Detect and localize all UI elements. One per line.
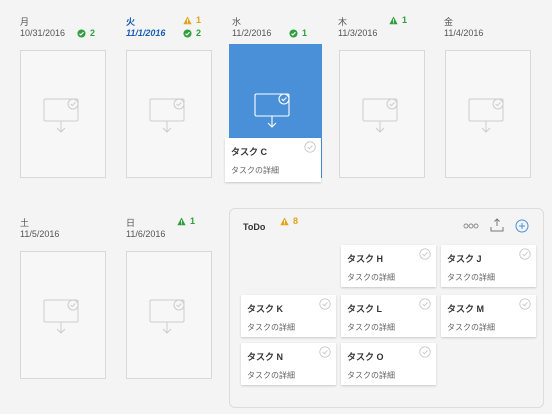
todo-panel: ToDo 8 タスク H タスクの詳細 タスク J タスクの詳細 タスク K タ…	[229, 208, 544, 408]
task-detail: タスクの詳細	[247, 371, 295, 380]
export-icon[interactable]	[490, 218, 504, 232]
day-header: 土 11/5/2016	[20, 216, 108, 250]
day-column-sat: 土 11/5/2016	[20, 216, 108, 250]
day-drop-zone-fri[interactable]	[445, 50, 531, 178]
task-card[interactable]: タスク H タスクの詳細	[341, 245, 436, 287]
complete-check-icon[interactable]	[304, 141, 316, 153]
task-title: タスク H	[347, 254, 384, 264]
alert-count: 1	[402, 15, 408, 25]
drop-target-icon	[149, 98, 193, 134]
task-card[interactable]: タスク K タスクの詳細	[241, 295, 336, 337]
alert-icon	[389, 16, 398, 25]
alert-count: 1	[190, 216, 196, 226]
day-date: 11/6/2016	[126, 229, 166, 239]
complete-check-icon[interactable]	[519, 248, 531, 260]
task-card[interactable]: タスク L タスクの詳細	[341, 295, 436, 337]
done-badge: 2	[77, 28, 95, 38]
day-name: 木	[338, 17, 348, 27]
day-drop-zone-sat[interactable]	[20, 251, 106, 379]
done-badge: 2	[183, 28, 201, 38]
todo-warning-badge: 8	[280, 216, 298, 226]
task-card[interactable]: タスク N タスクの詳細	[241, 343, 336, 385]
day-name: 日	[126, 218, 136, 228]
day-drop-zone-mon[interactable]	[20, 50, 106, 178]
task-title: タスク K	[247, 304, 284, 314]
complete-check-icon[interactable]	[419, 248, 431, 260]
task-title: タスク L	[347, 304, 382, 314]
more-icon[interactable]	[463, 222, 479, 230]
day-header: 月 10/31/2016 2	[20, 15, 108, 49]
day-date: 11/2/2016	[232, 28, 272, 38]
done-count: 2	[90, 28, 96, 38]
day-date: 11/1/2016	[126, 28, 166, 38]
add-icon[interactable]	[515, 219, 529, 233]
task-detail: タスクの詳細	[347, 323, 395, 332]
day-header: 金 11/4/2016	[444, 15, 532, 49]
warning-badge: 1	[183, 15, 201, 25]
task-detail: タスクの詳細	[347, 273, 395, 282]
drop-target-icon	[362, 98, 406, 134]
task-detail: タスクの詳細	[347, 371, 395, 380]
day-name: 水	[232, 17, 242, 27]
task-title: タスク J	[447, 254, 482, 264]
check-circle-icon	[289, 29, 298, 38]
day-name: 火	[126, 17, 136, 27]
drop-target-icon	[43, 299, 87, 335]
done-count: 1	[302, 28, 308, 38]
day-column-mon: 月 10/31/2016 2	[20, 15, 108, 49]
warning-icon	[183, 16, 192, 25]
day-date: 11/5/2016	[20, 229, 60, 239]
complete-check-icon[interactable]	[319, 346, 331, 358]
day-drop-zone-sun[interactable]	[126, 251, 212, 379]
task-title: タスク M	[447, 304, 484, 314]
day-name: 月	[20, 17, 30, 27]
dragged-task-card[interactable]: タスク C タスクの詳細	[225, 138, 321, 182]
task-detail: タスクの詳細	[231, 166, 279, 175]
task-card[interactable]: タスク O タスクの詳細	[341, 343, 436, 385]
complete-check-icon[interactable]	[419, 298, 431, 310]
task-detail: タスクの詳細	[247, 323, 295, 332]
task-title: タスク O	[347, 352, 384, 362]
day-drop-zone-thu[interactable]	[339, 50, 425, 178]
task-card[interactable]: タスク J タスクの詳細	[441, 245, 536, 287]
check-circle-icon	[183, 29, 192, 38]
drop-target-icon	[149, 299, 193, 335]
warning-count: 8	[293, 216, 299, 226]
day-drop-zone-tue[interactable]	[126, 50, 212, 178]
day-column-sun: 日 11/6/2016 1	[126, 216, 214, 250]
day-date: 11/4/2016	[444, 28, 484, 38]
alert-badge: 1	[177, 216, 195, 226]
done-badge: 1	[289, 28, 307, 38]
done-count: 2	[196, 28, 202, 38]
day-name: 金	[444, 17, 454, 27]
task-card[interactable]: タスク M タスクの詳細	[441, 295, 536, 337]
check-circle-icon	[77, 29, 86, 38]
alert-icon	[177, 217, 186, 226]
day-header: 火 11/1/2016 1 2	[126, 15, 214, 49]
day-header: 日 11/6/2016 1	[126, 216, 214, 250]
day-name: 土	[20, 218, 30, 228]
complete-check-icon[interactable]	[319, 298, 331, 310]
warning-count: 1	[196, 15, 202, 25]
task-detail: タスクの詳細	[447, 273, 495, 282]
warning-icon	[280, 217, 289, 226]
day-date: 11/3/2016	[338, 28, 378, 38]
complete-check-icon[interactable]	[419, 346, 431, 358]
todo-title: ToDo	[243, 222, 266, 232]
day-column-tue: 火 11/1/2016 1 2	[126, 15, 214, 49]
task-title: タスク N	[247, 352, 284, 362]
task-detail: タスクの詳細	[447, 323, 495, 332]
day-column-fri: 金 11/4/2016	[444, 15, 532, 49]
task-title: タスク C	[231, 147, 268, 157]
drop-target-icon	[254, 93, 298, 129]
drop-target-icon	[468, 98, 512, 134]
drop-target-icon	[43, 98, 87, 134]
complete-check-icon[interactable]	[519, 298, 531, 310]
day-column-thu: 木 11/3/2016 1	[338, 15, 426, 49]
alert-badge: 1	[389, 15, 407, 25]
day-header: 木 11/3/2016 1	[338, 15, 426, 49]
day-date: 10/31/2016	[20, 28, 66, 38]
